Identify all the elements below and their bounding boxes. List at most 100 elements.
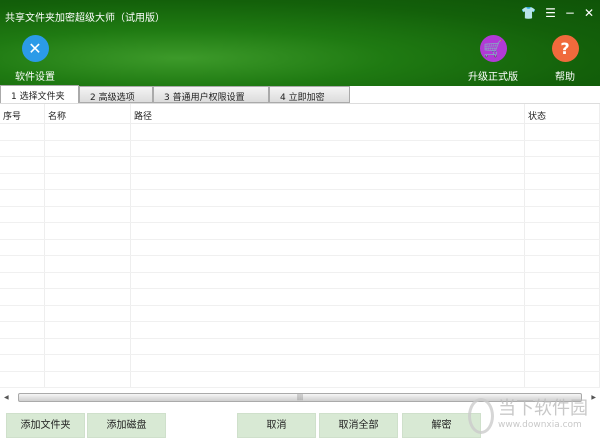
table-cell [45, 256, 131, 272]
table-row[interactable] [0, 322, 600, 339]
tab-permissions[interactable]: 3 普通用户权限设置 [153, 86, 269, 103]
table-row[interactable] [0, 124, 600, 141]
table-row[interactable] [0, 190, 600, 207]
table-cell [45, 140, 131, 156]
window-title: 共享文件夹加密超级大师（试用版） [5, 13, 165, 24]
table-cell [131, 272, 525, 288]
table-cell [525, 355, 600, 371]
scroll-right-icon[interactable]: ▶ [591, 394, 596, 401]
table-cell [131, 355, 525, 371]
watermark: 当下软件园 www.downxia.com [468, 394, 588, 434]
table-cell [45, 355, 131, 371]
question-icon: ? [551, 35, 579, 62]
table-cell [0, 371, 45, 387]
tab-select-folder[interactable]: 1 选择文件夹 [0, 85, 79, 103]
table-cell [0, 322, 45, 338]
table-cell [45, 190, 131, 206]
table-cell [131, 206, 525, 222]
table-cell [525, 289, 600, 305]
cancel-button[interactable]: 取消 [237, 413, 316, 438]
table-cell [131, 256, 525, 272]
table-cell [45, 124, 131, 140]
watermark-logo-icon [468, 398, 494, 434]
table-cell [525, 322, 600, 338]
settings-button[interactable]: ✕ 软件设置 [5, 35, 65, 83]
table-cell [525, 338, 600, 354]
table-row[interactable] [0, 272, 600, 289]
upgrade-button[interactable]: 🛒 升级正式版 [463, 35, 523, 83]
table-cell [45, 289, 131, 305]
table-cell [131, 124, 525, 140]
table-cell [131, 289, 525, 305]
table-cell [0, 173, 45, 189]
table-cell [45, 173, 131, 189]
table-cell [131, 338, 525, 354]
col-name[interactable]: 名称 [45, 104, 131, 123]
skin-icon[interactable]: 👕 [521, 6, 536, 20]
tab-encrypt[interactable]: 4 立即加密 [269, 86, 350, 103]
table-cell [45, 272, 131, 288]
table-cell [525, 256, 600, 272]
table-row[interactable] [0, 371, 600, 388]
table-row[interactable] [0, 256, 600, 273]
tab-advanced[interactable]: 2 高级选项 [79, 86, 153, 103]
menu-icon[interactable]: ☰ [545, 6, 556, 20]
table-cell [0, 289, 45, 305]
help-button[interactable]: ? 帮助 [535, 35, 595, 83]
scroll-left-icon[interactable]: ◀ [4, 394, 9, 401]
table-cell [0, 272, 45, 288]
minimize-icon[interactable]: − [565, 6, 575, 20]
settings-label: 软件设置 [15, 72, 55, 83]
table-row[interactable] [0, 140, 600, 157]
table-row[interactable] [0, 289, 600, 306]
table-cell [45, 239, 131, 255]
table-cell [0, 140, 45, 156]
table-cell [0, 124, 45, 140]
add-disk-button[interactable]: 添加磁盘 [87, 413, 166, 438]
table-cell [0, 206, 45, 222]
table-cell [0, 157, 45, 173]
table-cell [525, 223, 600, 239]
table-cell [131, 239, 525, 255]
close-icon[interactable]: ✕ [584, 6, 594, 20]
table-row[interactable] [0, 223, 600, 240]
cart-icon: 🛒 [479, 35, 507, 62]
table-cell [45, 305, 131, 321]
table-row[interactable] [0, 355, 600, 372]
table-cell [0, 305, 45, 321]
table-cell [0, 190, 45, 206]
cancel-all-button[interactable]: 取消全部 [319, 413, 398, 438]
table-cell [0, 338, 45, 354]
table-row[interactable] [0, 206, 600, 223]
table-cell [45, 223, 131, 239]
table-cell [131, 305, 525, 321]
table-cell [0, 223, 45, 239]
table-row[interactable] [0, 305, 600, 322]
add-folder-button[interactable]: 添加文件夹 [6, 413, 85, 438]
table-cell [131, 322, 525, 338]
table-cell [45, 206, 131, 222]
table-cell [131, 371, 525, 387]
upgrade-label: 升级正式版 [468, 72, 518, 83]
table-row[interactable] [0, 173, 600, 190]
table-cell [45, 322, 131, 338]
col-index[interactable]: 序号 [0, 104, 45, 123]
help-label: 帮助 [555, 72, 575, 83]
table-cell [45, 371, 131, 387]
table-row[interactable] [0, 338, 600, 355]
table-row[interactable] [0, 239, 600, 256]
col-status[interactable]: 状态 [525, 104, 600, 123]
table-row[interactable] [0, 157, 600, 174]
table-cell [525, 371, 600, 387]
watermark-name: 当下软件园 [498, 398, 588, 419]
table-cell [45, 338, 131, 354]
table-cell [131, 173, 525, 189]
table-cell [0, 355, 45, 371]
col-path[interactable]: 路径 [131, 104, 525, 123]
table-cell [525, 272, 600, 288]
tools-icon: ✕ [21, 35, 49, 62]
folder-table[interactable]: 序号 名称 路径 状态 [0, 103, 600, 389]
table-cell [525, 140, 600, 156]
table-cell [525, 206, 600, 222]
table-cell [525, 305, 600, 321]
